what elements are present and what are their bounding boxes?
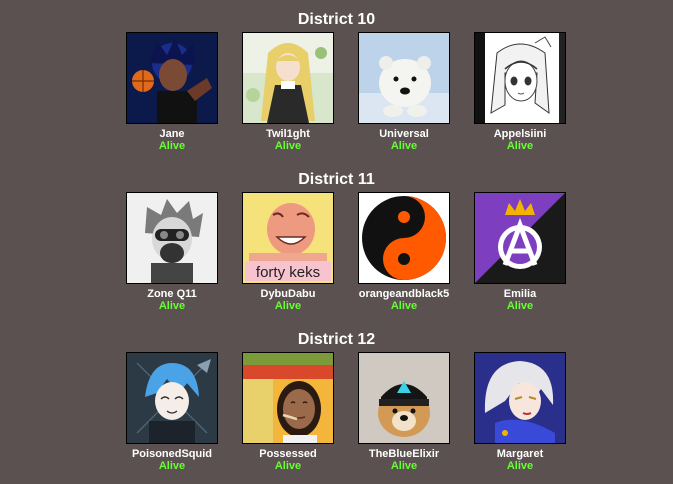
tribute-name: Twil1ght (266, 128, 310, 140)
district-title: District 12 (297, 331, 376, 348)
tribute-name: TheBlueElixir (368, 448, 440, 460)
tribute-name: Appelsiini (493, 128, 547, 140)
status-alive: Alive (274, 300, 302, 312)
white-haired-anime-woman-icon[interactable] (474, 352, 566, 444)
tribute-name: Jane (159, 128, 185, 140)
status-alive: Alive (390, 300, 418, 312)
status-alive: Alive (158, 300, 186, 312)
status-alive: Alive (506, 140, 534, 152)
status-alive: Alive (274, 140, 302, 152)
orange-black-yin-yang-icon[interactable] (358, 192, 450, 284)
meme-caption: forty keks (256, 264, 320, 281)
tribute-name: DybuDabu (260, 288, 316, 300)
status-alive: Alive (158, 460, 186, 472)
woman-with-cigarette-icon[interactable] (242, 352, 334, 444)
tribute-card[interactable]: forty keks DybuDabu Alive (228, 192, 348, 312)
tribute-card[interactable]: orangeandblack5 Alive (344, 192, 464, 312)
status-alive: Alive (390, 460, 418, 472)
gothic-lolita-girl-icon[interactable] (242, 32, 334, 124)
status-alive: Alive (390, 140, 418, 152)
forty-keks-meme-icon[interactable]: forty keks (242, 192, 334, 284)
status-alive: Alive (506, 300, 534, 312)
blue-haired-anime-boy-icon[interactable] (126, 352, 218, 444)
tribute-name: orangeandblack5 (358, 288, 450, 300)
tribute-card[interactable]: Twil1ght Alive (228, 32, 348, 152)
tribute-card[interactable]: Jane Alive (112, 32, 232, 152)
manga-girl-sketch-icon[interactable] (474, 32, 566, 124)
district-title: District 11 (298, 171, 375, 188)
status-alive: Alive (158, 140, 186, 152)
tribute-card[interactable]: Possessed Alive (228, 352, 348, 472)
tribute-card[interactable]: Emilia Alive (460, 192, 580, 312)
polar-bear-cub-icon[interactable] (358, 32, 450, 124)
tribute-card[interactable]: PoisonedSquid Alive (112, 352, 232, 472)
tribute-name: PoisonedSquid (131, 448, 213, 460)
tribute-card[interactable]: Universal Alive (344, 32, 464, 152)
status-alive: Alive (506, 460, 534, 472)
anime-basketball-player-icon[interactable] (126, 32, 218, 124)
tribute-name: Universal (379, 128, 429, 140)
tribute-card[interactable]: Margaret Alive (460, 352, 580, 472)
tribute-card[interactable]: Appelsiini Alive (460, 32, 580, 152)
tribute-name: Possessed (259, 448, 317, 460)
tribute-card[interactable]: TheBlueElixir Alive (344, 352, 464, 472)
district-title: District 10 (297, 11, 376, 28)
tribute-name: Margaret (496, 448, 544, 460)
tribute-card[interactable]: Zone Q11 Alive (112, 192, 232, 312)
tribute-name: Zone Q11 (147, 288, 197, 300)
status-alive: Alive (274, 460, 302, 472)
tribute-name: Emilia (503, 288, 537, 300)
anarchy-crown-symbol-icon[interactable] (474, 192, 566, 284)
doge-with-beanie-icon[interactable] (358, 352, 450, 444)
gas-mask-character-icon[interactable] (126, 192, 218, 284)
